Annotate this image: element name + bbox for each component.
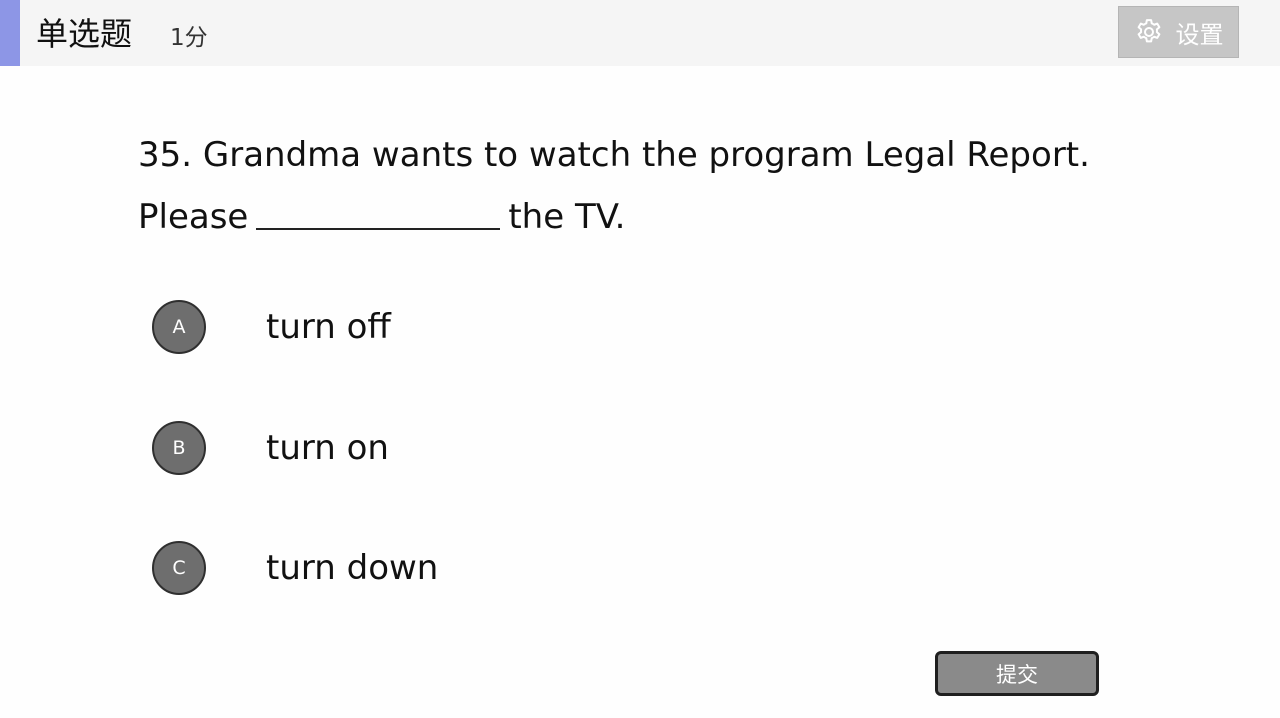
question-line-2-before: Please xyxy=(138,197,249,237)
option-b-badge[interactable]: B xyxy=(152,421,206,475)
option-a-text[interactable]: turn off xyxy=(266,305,391,349)
question-line-1: 35. Grandma wants to watch the program L… xyxy=(138,135,1090,175)
settings-button[interactable]: 设置 xyxy=(1118,6,1239,58)
option-a-badge[interactable]: A xyxy=(152,300,206,354)
gear-icon xyxy=(1134,17,1164,47)
quiz-page: 单选题 1分 设置 35. Grandma wants to watch the… xyxy=(0,0,1280,718)
question-type-title: 单选题 xyxy=(36,15,133,53)
answer-blank xyxy=(256,194,501,230)
option-c-text[interactable]: turn down xyxy=(266,546,438,590)
option-b[interactable]: B turn on xyxy=(152,419,752,477)
option-c[interactable]: C turn down xyxy=(152,539,752,597)
option-c-badge[interactable]: C xyxy=(152,541,206,595)
question-text: 35. Grandma wants to watch the program L… xyxy=(138,124,1138,248)
question-score: 1分 xyxy=(170,25,208,51)
submit-button[interactable]: 提交 xyxy=(935,651,1099,696)
option-a[interactable]: A turn off xyxy=(152,298,752,356)
option-b-text[interactable]: turn on xyxy=(266,426,389,470)
settings-label: 设置 xyxy=(1175,20,1224,49)
question-line-2-after: the TV. xyxy=(508,197,626,237)
header-bar: 单选题 1分 设置 xyxy=(0,0,1280,66)
accent-bar xyxy=(0,0,20,66)
